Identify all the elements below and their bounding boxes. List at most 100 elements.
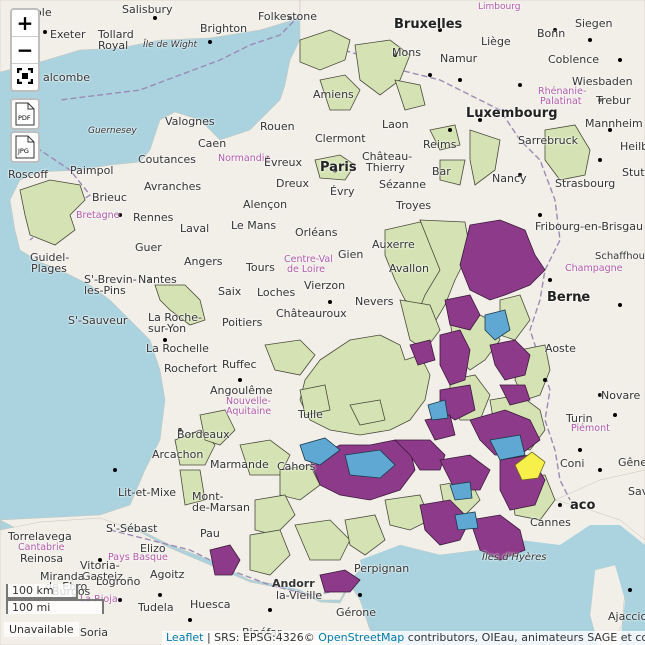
zoom-out-button[interactable]: −: [12, 36, 38, 63]
jpg-export-button[interactable]: JPG: [12, 133, 38, 161]
place-label: Coni: [560, 457, 585, 470]
place-label: Nantes: [138, 273, 177, 286]
svg-text:PDF: PDF: [18, 114, 31, 122]
place-label: Stutt: [622, 166, 645, 179]
place-label: Fribourg-en-Brisgau: [535, 220, 643, 233]
place-label: Liège: [481, 35, 511, 48]
region-label: Aquitaine: [226, 406, 272, 417]
place-label: Namur: [440, 52, 478, 65]
place-label: Îles d'Hyères: [482, 552, 547, 563]
place-label: Logroño: [96, 575, 141, 588]
place-label: Laval: [180, 222, 210, 235]
place-label: Bruxelles: [394, 17, 463, 32]
place-label: Vierzon: [304, 279, 346, 292]
place-label: Saix: [218, 285, 242, 298]
place-label: Agoitz: [150, 568, 185, 581]
jpg-file-icon: JPG: [15, 135, 35, 159]
place-label: Novare: [601, 389, 641, 402]
osm-link[interactable]: OpenStreetMap: [318, 631, 404, 644]
region-label: Normandie: [218, 153, 271, 164]
place-label: alcombe: [43, 71, 91, 84]
place-label: Valognes: [165, 115, 215, 128]
place-label: Laon: [382, 118, 409, 131]
export-control: JPG: [10, 131, 40, 163]
region-label: Cantabrie: [18, 542, 65, 553]
place-label: Guernesey: [88, 126, 137, 136]
place-label: Orléans: [295, 226, 338, 239]
place-label: Rochefort: [164, 362, 218, 375]
leaflet-link[interactable]: Leaflet: [166, 631, 203, 644]
region-label: de Loire: [287, 264, 326, 275]
place-label: Mons: [392, 46, 421, 59]
place-label: Huesca: [190, 598, 231, 611]
place-label: Clermont: [315, 132, 366, 145]
place-label: Gien: [338, 248, 364, 261]
place-label: Limbourg: [478, 2, 521, 12]
place-label: Exeter: [50, 28, 86, 41]
place-label: Rouen: [260, 120, 295, 133]
place-label: Thierry: [366, 161, 405, 174]
place-label: Mannheim: [585, 117, 643, 130]
scale-km: 100 km: [6, 584, 78, 599]
place-label: les-Pins: [84, 284, 126, 297]
place-label: Sarrebruck: [518, 134, 578, 147]
place-label: Luxembourg: [466, 106, 558, 121]
place-label: Cannes: [530, 516, 571, 529]
status-text: Unavailable: [4, 622, 79, 637]
place-label: Avallon: [389, 262, 429, 275]
place-label: Gérone: [336, 606, 377, 619]
svg-text:JPG: JPG: [17, 147, 29, 155]
place-label: Coutances: [138, 153, 196, 166]
attribution-text: contributors, OIEau, animateurs SAGE et …: [407, 631, 645, 644]
srs-text: | SRS: EPSG:4326©: [203, 631, 319, 644]
zoom-control: + −: [10, 8, 40, 92]
place-label: Roscoff: [8, 168, 48, 181]
place-label: Lit-et-Mixe: [118, 486, 177, 499]
place-label: Royal: [98, 39, 129, 52]
place-label: Amiens: [313, 88, 354, 101]
place-label: Angers: [184, 255, 223, 268]
place-label: Brieuc: [92, 191, 127, 204]
place-label: Reims: [423, 138, 457, 151]
place-label: S'-Sauveur: [68, 314, 128, 327]
place-label: Marmande: [210, 458, 269, 471]
place-label: Folkestone: [258, 10, 317, 23]
pdf-export-button[interactable]: PDF: [12, 100, 38, 128]
fullscreen-button[interactable]: [12, 63, 38, 90]
export-control: PDF: [10, 98, 40, 130]
place-label: Bar: [432, 165, 451, 178]
place-label: sur-Yon: [148, 322, 187, 335]
place-label: Poitiers: [222, 316, 263, 329]
place-label: Brighton: [200, 22, 248, 35]
place-label: Île de Wight: [143, 40, 198, 50]
place-label: Tulle: [298, 408, 323, 421]
place-label: Gêne: [618, 456, 645, 469]
place-label: Pau: [200, 527, 220, 540]
place-label: Troyes: [396, 199, 432, 212]
place-label: S'-Sébast: [106, 522, 158, 535]
place-label: Ruffec: [222, 358, 257, 371]
place-label: Paris: [320, 160, 357, 175]
place-label: Évry: [330, 185, 355, 198]
place-label: Tours: [246, 261, 275, 274]
place-label: Berne: [547, 290, 591, 305]
place-label: Ajaccio: [608, 610, 645, 623]
region-label: Champagne: [565, 263, 623, 274]
place-label: Salisbury: [122, 3, 173, 16]
place-label: Évreux: [264, 156, 302, 169]
place-label: Rennes: [133, 211, 174, 224]
place-label: Tudela: [138, 601, 174, 614]
place-label: Strasbourg: [555, 177, 616, 190]
attribution-bar: Leaflet | SRS: EPSG:4326© OpenStreetMap …: [162, 631, 645, 645]
place-label: Guer: [135, 241, 162, 254]
zoom-in-button[interactable]: +: [12, 10, 38, 36]
place-label: Alençon: [243, 198, 288, 211]
place-label: Aoste: [545, 342, 576, 355]
place-label: Nancy: [492, 172, 527, 185]
place-label: Elizo: [140, 542, 166, 555]
place-label: La Rochelle: [146, 342, 209, 355]
place-label: Siegen: [575, 17, 613, 30]
place-label: de-Marsan: [192, 501, 250, 514]
place-label: Sézanne: [379, 178, 426, 191]
place-label: Arcachon: [152, 448, 204, 461]
